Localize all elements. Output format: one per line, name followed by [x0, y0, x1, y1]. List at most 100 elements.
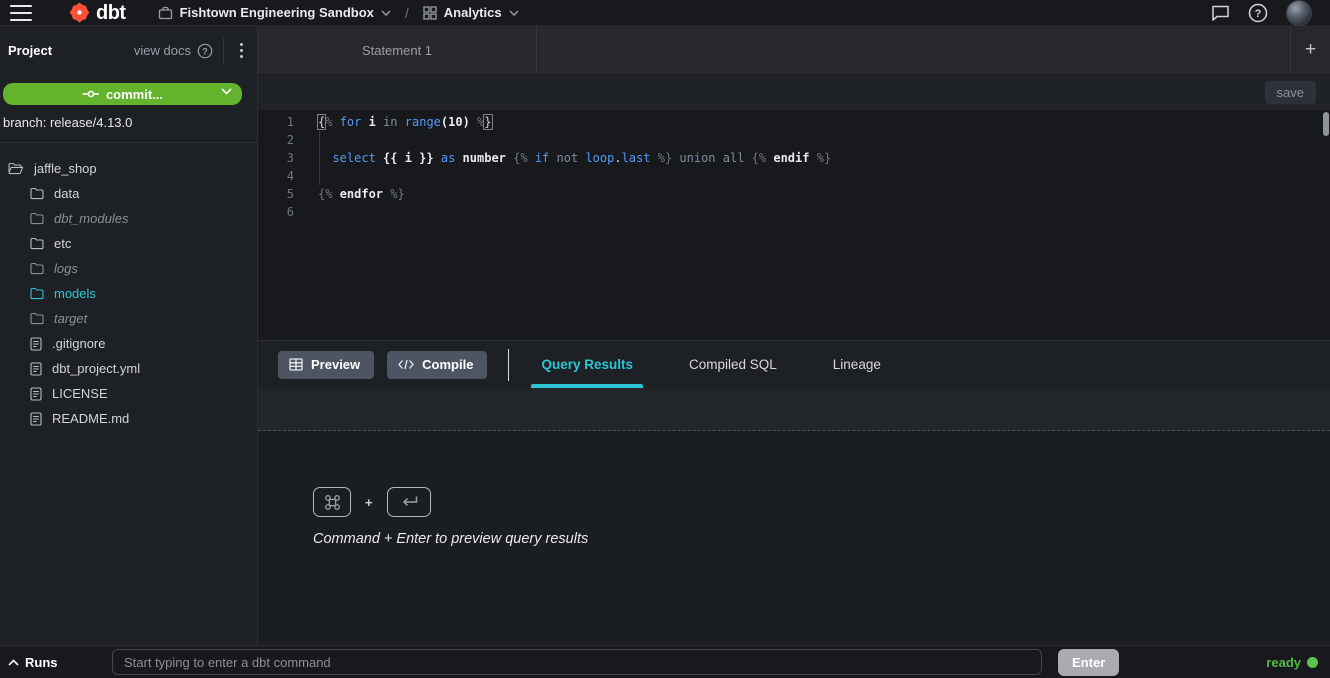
code-text: {% for i in range(10) %} [294, 113, 492, 131]
divider [508, 349, 509, 381]
code-text [294, 203, 318, 221]
results-tabs: Query Results Compiled SQL Lineage [531, 341, 890, 388]
tree-item-models[interactable]: models [0, 281, 257, 306]
chevron-down-icon [221, 88, 232, 95]
folder-icon [30, 187, 44, 200]
file-tree: jaffle_shopdata dbt_modulesetc logsmodels t… [0, 143, 257, 431]
line-number: 6 [258, 203, 294, 221]
line-number: 3 [258, 149, 294, 167]
user-avatar[interactable] [1286, 0, 1312, 26]
code-text: select {{ i }} as number {% if not loop.… [294, 149, 831, 167]
results-empty-state: + Command + Enter to preview query resul… [258, 431, 1330, 645]
tree-item-label: README.md [52, 411, 129, 426]
topbar: dbt Fishtown Engineering Sandbox / [0, 0, 1330, 26]
runs-toggle[interactable]: Runs [8, 655, 58, 670]
code-text [294, 131, 318, 149]
dbt-cloud-ide: dbt Fishtown Engineering Sandbox / [0, 0, 1330, 678]
tree-item-dbt-modules[interactable]: dbt_modules [0, 206, 257, 231]
kebab-menu-icon[interactable] [234, 39, 249, 62]
sidebar-header: Project view docs ? [0, 26, 257, 75]
status-indicator: ready [1266, 646, 1318, 678]
hamburger-menu-icon[interactable] [10, 5, 32, 21]
dbt-command-input[interactable] [112, 649, 1042, 675]
new-tab-button[interactable]: + [1290, 26, 1330, 74]
svg-text:?: ? [202, 46, 208, 56]
compile-button[interactable]: Compile [387, 351, 487, 379]
table-icon [289, 358, 303, 371]
tree-item-target[interactable]: target [0, 306, 257, 331]
folder-icon [30, 287, 44, 300]
enter-button[interactable]: Enter [1058, 649, 1119, 676]
save-button[interactable]: save [1265, 81, 1316, 104]
chevron-up-icon [8, 659, 19, 666]
code-line[interactable]: 3 select {{ i }} as number {% if not loo… [258, 149, 1330, 167]
tree-item-readme-md[interactable]: README.md [0, 406, 257, 431]
results-tab-compiled-sql[interactable]: Compiled SQL [679, 341, 787, 388]
code-editor[interactable]: 1{% for i in range(10) %}23 select {{ i … [258, 110, 1330, 341]
dbt-logo-icon [68, 1, 91, 24]
tree-item-label: etc [54, 236, 71, 251]
tree-item-label: LICENSE [52, 386, 108, 401]
view-docs-link[interactable]: view docs ? [134, 43, 213, 59]
code-line[interactable]: 4 [258, 167, 1330, 185]
enter-key-icon [387, 487, 431, 517]
editor-scrollbar[interactable] [1323, 112, 1329, 136]
code-line[interactable]: 2 [258, 131, 1330, 149]
command-bar: Runs Enter ready [0, 645, 1330, 678]
tree-item-dbt-project-yml[interactable]: dbt_project.yml [0, 356, 257, 381]
status-dot [1307, 657, 1318, 668]
account-name: Fishtown Engineering Sandbox [180, 5, 374, 20]
project-selector[interactable]: Analytics [423, 5, 519, 20]
folder-icon [30, 237, 44, 250]
line-number: 5 [258, 185, 294, 203]
tree-item--gitignore[interactable]: .gitignore [0, 331, 257, 356]
chat-icon[interactable] [1211, 4, 1230, 21]
results-grid-header [258, 388, 1330, 431]
code-line[interactable]: 1{% for i in range(10) %} [258, 113, 1330, 131]
tree-item-label: dbt_modules [54, 211, 128, 226]
branch-label: branch: release/4.13.0 [0, 113, 257, 140]
code-line[interactable]: 6 [258, 203, 1330, 221]
tree-item-label: data [54, 186, 79, 201]
tree-item-label: .gitignore [52, 336, 105, 351]
svg-text:?: ? [1255, 8, 1262, 20]
folder-icon [30, 262, 44, 275]
editor-tabbar: Statement 1 + [258, 26, 1330, 75]
code-text: {% endfor %} [294, 185, 405, 203]
commit-label: commit... [106, 87, 163, 102]
compile-label: Compile [422, 357, 473, 372]
line-number: 1 [258, 113, 294, 131]
preview-button[interactable]: Preview [278, 351, 374, 379]
folder-icon [8, 162, 24, 175]
divider [223, 38, 224, 64]
breadcrumb-separator: / [405, 5, 409, 21]
chevron-down-icon [381, 10, 391, 16]
tree-item-data[interactable]: data [0, 181, 257, 206]
tree-item-jaffle-shop[interactable]: jaffle_shop [0, 156, 257, 181]
file-icon [30, 412, 42, 426]
tree-item-logs[interactable]: logs [0, 256, 257, 281]
command-key-icon [313, 487, 351, 517]
dbt-logo: dbt [68, 1, 126, 24]
folder-icon [30, 312, 44, 325]
plus-separator: + [365, 495, 373, 510]
tree-item-label: target [54, 311, 87, 326]
indent-guide [319, 131, 320, 185]
sidebar-title: Project [8, 43, 134, 58]
status-label: ready [1266, 655, 1301, 670]
preview-label: Preview [311, 357, 360, 372]
commit-button[interactable]: commit... [3, 83, 242, 105]
code-line[interactable]: 5{% endfor %} [258, 185, 1330, 203]
tree-item-license[interactable]: LICENSE [0, 381, 257, 406]
help-icon[interactable]: ? [1248, 3, 1268, 23]
tree-item-etc[interactable]: etc [0, 231, 257, 256]
briefcase-icon [158, 6, 173, 20]
line-number: 2 [258, 131, 294, 149]
file-icon [30, 387, 42, 401]
account-selector[interactable]: Fishtown Engineering Sandbox [158, 5, 391, 20]
chevron-down-icon [509, 10, 519, 16]
runs-label: Runs [25, 655, 58, 670]
results-tab-lineage[interactable]: Lineage [823, 341, 891, 388]
results-tab-query-results[interactable]: Query Results [531, 341, 643, 388]
editor-tab[interactable]: Statement 1 [258, 26, 537, 74]
